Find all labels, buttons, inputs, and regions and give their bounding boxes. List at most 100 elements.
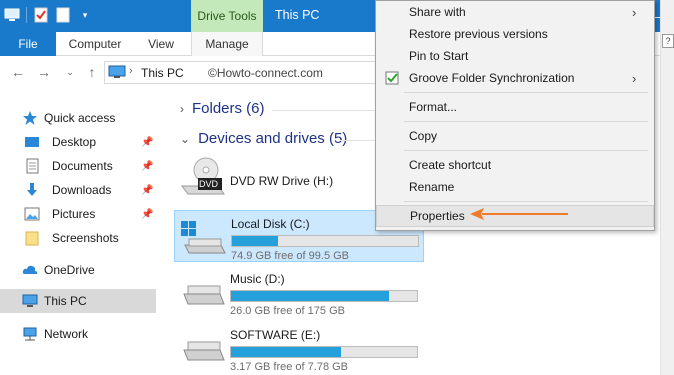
menu-item-groove-sync[interactable]: Groove Folder Synchronization › xyxy=(376,67,654,89)
up-arrow-icon[interactable]: ↑ xyxy=(84,64,100,80)
hard-disk-icon xyxy=(183,285,225,305)
recent-locations-chevron-icon[interactable]: ⌄ xyxy=(62,64,78,80)
devices-group-header[interactable]: ⌄ Devices and drives (5) xyxy=(180,130,347,147)
window-title: This PC xyxy=(275,8,320,22)
menu-item-restore-versions[interactable]: Restore previous versions xyxy=(376,23,654,45)
sidebar-item-label: This PC xyxy=(44,294,87,308)
drive-software-e[interactable]: SOFTWARE (E:) 3.17 GB free of 7.78 GB xyxy=(174,322,424,374)
sidebar-item-screenshots[interactable]: Screenshots xyxy=(0,226,156,250)
sidebar-item-downloads[interactable]: Downloads 📌 xyxy=(0,178,156,202)
drive-usage-fill xyxy=(231,347,342,357)
back-arrow-icon[interactable]: ← xyxy=(10,64,26,80)
hard-disk-icon xyxy=(183,341,225,361)
sidebar-item-quick-access[interactable]: Quick access xyxy=(0,106,156,130)
drive-name: Local Disk (C:) xyxy=(231,217,310,231)
menu-item-rename[interactable]: Rename xyxy=(376,176,654,198)
menu-item-label: Create shortcut xyxy=(409,158,492,172)
sidebar-item-onedrive[interactable]: OneDrive xyxy=(0,258,156,282)
quick-access-toolbar: ▾ xyxy=(4,6,93,24)
sidebar-item-documents[interactable]: Documents 📌 xyxy=(0,154,156,178)
submenu-arrow-icon: › xyxy=(632,4,637,20)
menu-item-label: Format... xyxy=(409,100,458,114)
menu-separator xyxy=(404,121,648,122)
help-icon[interactable]: ? xyxy=(662,34,674,48)
address-path[interactable]: This PC xyxy=(141,66,184,80)
tab-file[interactable]: File xyxy=(0,32,56,56)
sidebar-item-network[interactable]: Network xyxy=(0,322,156,346)
pin-icon[interactable]: 📌 xyxy=(141,209,153,220)
pin-icon[interactable]: 📌 xyxy=(141,185,153,196)
menu-item-pin-to-start[interactable]: Pin to Start xyxy=(376,45,654,67)
drive-tools-context-tab: Drive Tools xyxy=(191,0,263,32)
sidebar-item-label: Network xyxy=(44,327,89,341)
customize-qat-chevron-icon[interactable]: ▾ xyxy=(77,6,93,24)
network-icon xyxy=(23,327,37,341)
drive-name: SOFTWARE (E:) xyxy=(230,328,321,342)
menu-item-label: Pin to Start xyxy=(409,49,469,63)
qat-divider xyxy=(26,7,27,23)
forward-arrow-icon[interactable]: → xyxy=(36,64,52,80)
properties-check-icon[interactable] xyxy=(33,6,49,24)
sidebar-item-label: Pictures xyxy=(52,207,96,221)
tab-computer[interactable]: Computer xyxy=(60,32,130,56)
watermark-text: ©Howto-connect.com xyxy=(208,66,323,80)
sidebar-item-label: Documents xyxy=(52,159,113,173)
drive-free-space: 3.17 GB free of 7.78 GB xyxy=(230,361,349,373)
drive-usage-fill xyxy=(232,236,278,246)
tab-manage[interactable]: Manage xyxy=(191,32,263,56)
menu-item-format[interactable]: Format... xyxy=(376,96,654,118)
new-folder-icon[interactable] xyxy=(55,6,71,24)
menu-item-label: Copy xyxy=(409,129,438,143)
folders-header-label: Folders (6) xyxy=(192,100,265,117)
annotation-arrow-icon xyxy=(470,208,568,220)
menu-item-label: Groove Folder Synchronization xyxy=(409,71,575,85)
tab-view[interactable]: View xyxy=(136,32,186,56)
sidebar-item-desktop[interactable]: Desktop 📌 xyxy=(0,130,156,154)
cloud-icon xyxy=(22,265,38,274)
drive-music-d[interactable]: Music (D:) 26.0 GB free of 175 GB xyxy=(174,266,424,318)
menu-item-label: Share with xyxy=(409,5,466,19)
sidebar-item-this-pc[interactable]: This PC xyxy=(0,289,156,313)
desktop-icon xyxy=(25,137,39,147)
sidebar-item-label: Downloads xyxy=(52,183,112,197)
sidebar-item-label: Desktop xyxy=(52,135,97,149)
drive-usage-bar xyxy=(230,290,418,302)
context-menu: Share with › Restore previous versions P… xyxy=(375,0,655,231)
submenu-arrow-icon: › xyxy=(632,70,637,86)
windows-disk-icon xyxy=(181,221,226,254)
breadcrumb-separator-icon: › xyxy=(129,65,133,77)
menu-separator xyxy=(404,92,648,93)
sidebar-item-pictures[interactable]: Pictures 📌 xyxy=(0,202,156,226)
this-pc-icon xyxy=(108,65,126,78)
drive-name: DVD RW Drive (H:) xyxy=(230,174,334,188)
sidebar-item-label: Quick access xyxy=(44,111,116,125)
menu-item-label: Properties xyxy=(410,209,465,223)
chevron-right-icon: › xyxy=(180,102,184,116)
folders-group-header[interactable]: › Folders (6) xyxy=(180,100,265,117)
menu-item-share-with[interactable]: Share with › xyxy=(376,1,654,23)
pin-icon[interactable]: 📌 xyxy=(141,161,153,172)
menu-item-copy[interactable]: Copy xyxy=(376,125,654,147)
drive-free-space: 26.0 GB free of 175 GB xyxy=(230,305,345,317)
downloads-icon xyxy=(27,183,37,196)
drive-name: Music (D:) xyxy=(230,272,285,286)
computer-icon[interactable] xyxy=(4,6,20,24)
chevron-down-icon: ⌄ xyxy=(180,132,191,146)
menu-item-label: Rename xyxy=(409,180,455,194)
menu-item-create-shortcut[interactable]: Create shortcut xyxy=(376,154,654,176)
drive-usage-bar xyxy=(231,235,419,247)
menu-separator xyxy=(404,150,648,151)
folder-icon xyxy=(25,231,39,246)
menu-separator xyxy=(404,201,648,202)
devices-header-label: Devices and drives (5) xyxy=(198,130,348,147)
this-pc-icon xyxy=(22,294,38,307)
drive-usage-fill xyxy=(231,291,390,301)
sidebar-item-label: OneDrive xyxy=(44,263,95,277)
menu-item-label: Restore previous versions xyxy=(409,27,548,41)
vertical-scrollbar[interactable]: ? xyxy=(660,0,674,375)
star-icon xyxy=(23,111,37,125)
sidebar-item-label: Screenshots xyxy=(52,231,119,245)
navigation-pane: Quick access Desktop 📌 Documents 📌 Downl… xyxy=(0,96,160,375)
dvd-drive-icon xyxy=(181,157,225,195)
pin-icon[interactable]: 📌 xyxy=(141,137,153,148)
